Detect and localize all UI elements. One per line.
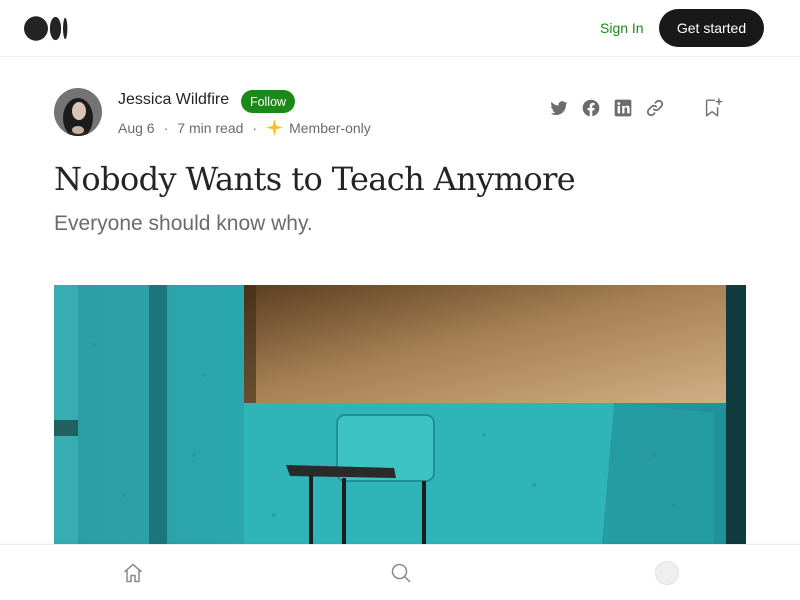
hero-image (54, 285, 746, 545)
bookmark-add-icon[interactable] (702, 97, 724, 119)
search-icon[interactable] (389, 561, 413, 585)
follow-button[interactable]: Follow (241, 90, 295, 113)
facebook-icon[interactable] (581, 98, 601, 118)
top-bar: Sign In Get started (0, 0, 800, 57)
linkedin-icon[interactable] (613, 98, 633, 118)
sign-in-link[interactable]: Sign In (600, 20, 644, 36)
medium-logo-icon[interactable] (24, 16, 68, 41)
member-only-label: Member-only (289, 119, 371, 136)
get-started-button[interactable]: Get started (659, 9, 764, 47)
twitter-icon[interactable] (549, 98, 569, 118)
author-avatar[interactable] (54, 88, 102, 136)
article-meta: Aug 6 · 7 min read · Member-only (118, 119, 371, 136)
profile-avatar[interactable] (655, 561, 679, 585)
read-time: 7 min read (177, 119, 244, 136)
publish-date: Aug 6 (118, 119, 155, 136)
member-star-icon (266, 119, 284, 136)
meta-separator: · (252, 119, 258, 136)
author-name[interactable]: Jessica Wildfire (118, 91, 229, 109)
article-title: Nobody Wants to Teach Anymore (54, 160, 576, 198)
bottom-nav (0, 544, 800, 600)
home-icon[interactable] (121, 561, 145, 585)
article-subtitle: Everyone should know why. (54, 212, 313, 235)
meta-separator: · (163, 119, 169, 136)
link-icon[interactable] (645, 98, 665, 118)
